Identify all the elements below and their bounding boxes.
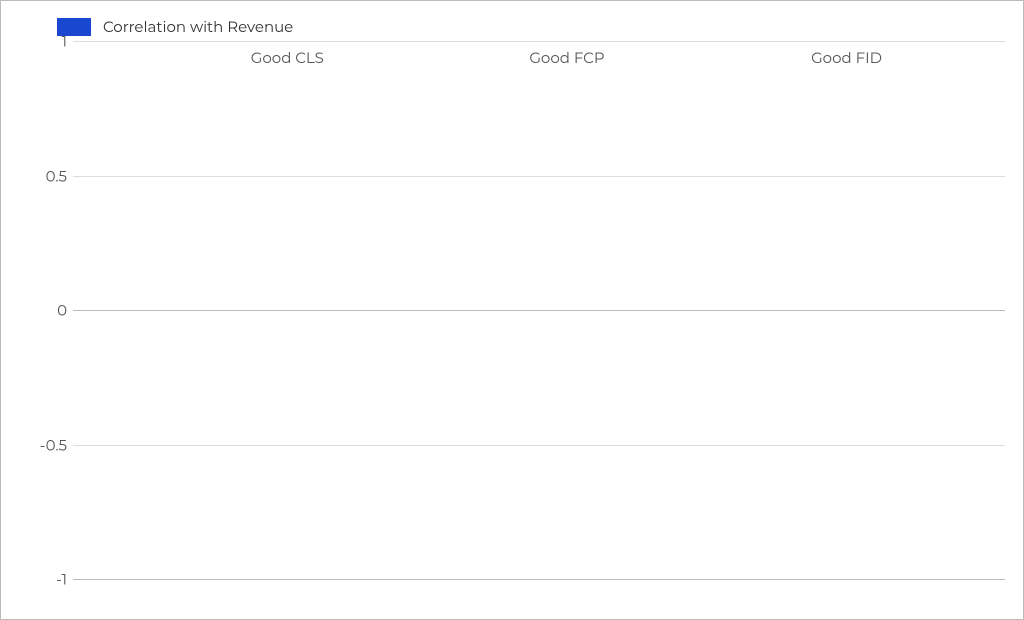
legend-label: Correlation with Revenue: [103, 17, 293, 36]
ytick-label: -1: [33, 570, 67, 589]
gridline-bottom: [73, 579, 1005, 580]
xtick-label: Good FCP: [446, 48, 688, 67]
xtick-label: Good CLS: [166, 48, 408, 67]
ytick-label: 1: [33, 32, 67, 51]
ytick-label: 0.5: [33, 166, 67, 185]
plot-area: 1 0.5 0 -0.5 -1 0.25 Good CLS 0.31 Good …: [73, 41, 1005, 579]
legend: Correlation with Revenue: [57, 17, 293, 36]
chart-frame: Correlation with Revenue 1 0.5 0 -0.5 -1…: [0, 0, 1024, 620]
ytick-label: 0: [33, 301, 67, 320]
xtick-label: Good FID: [725, 48, 967, 67]
bars-layer: 0.25 Good CLS 0.31 Good FCP 0.17 Good FI…: [73, 41, 1005, 579]
ytick-label: -0.5: [33, 435, 67, 454]
